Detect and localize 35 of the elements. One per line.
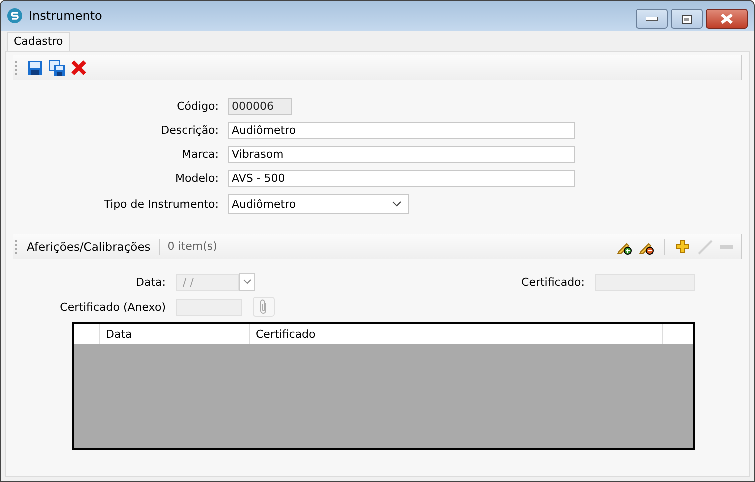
delete-icon[interactable] [71, 60, 87, 76]
minimize-icon [646, 17, 658, 21]
dropdown-field[interactable]: Audiômetro [228, 194, 409, 214]
section-title: Aferições/Calibrações [27, 240, 151, 254]
field-label: Certificado (Anexo) [59, 300, 167, 314]
item-count: 0 item(s) [168, 240, 218, 253]
app-logo-icon [7, 8, 23, 24]
plus-icon[interactable] [675, 238, 691, 254]
field-label: Descrição: [160, 124, 220, 137]
input-field[interactable]: Vibrasom [228, 146, 575, 163]
maximize-button[interactable] [671, 9, 703, 29]
maximize-icon [682, 14, 692, 24]
caret-icon [242, 279, 252, 285]
close-icon [720, 14, 734, 24]
save-icon[interactable] [27, 60, 43, 76]
input-field[interactable]: AVS - 500 [228, 170, 575, 187]
field-label: Marca: [180, 148, 220, 161]
tab[interactable]: Cadastro [7, 32, 70, 51]
caret-icon [392, 201, 402, 207]
input-field[interactable]: Audiômetro [228, 122, 575, 139]
paperclip-icon [259, 299, 269, 315]
dropdown-button[interactable] [239, 273, 255, 291]
save-copy-icon[interactable] [49, 60, 65, 76]
close-button[interactable] [706, 9, 748, 29]
minimize-button[interactable] [636, 9, 668, 29]
field-label: Modelo: [174, 172, 220, 185]
window-title: Instrumento [29, 9, 104, 23]
column-header[interactable]: Certificado [250, 324, 663, 344]
grip-icon [15, 60, 19, 74]
column-header[interactable]: Data [100, 324, 250, 344]
field-label: Data: [135, 276, 167, 288]
field-label: Tipo de Instrumento: [103, 198, 220, 210]
field-label: Código: [176, 100, 220, 113]
field-label: Certificado: [522, 276, 586, 288]
grip-icon [15, 240, 19, 254]
